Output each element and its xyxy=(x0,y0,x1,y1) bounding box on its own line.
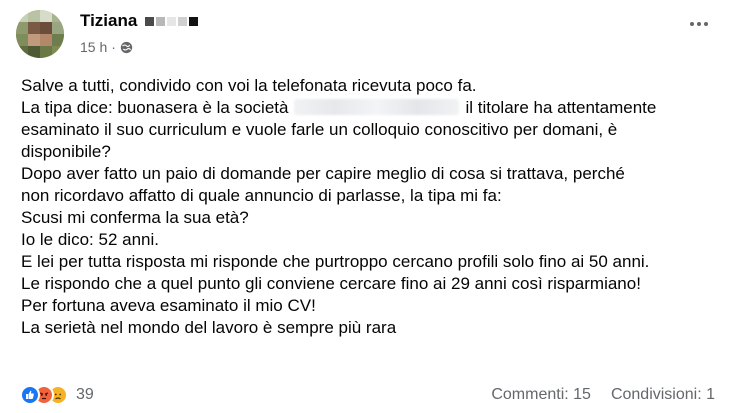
post-line: La serietà nel mondo del lavoro è sempre… xyxy=(21,318,397,337)
post-line: non ricordavo affatto di quale annuncio … xyxy=(21,186,502,205)
post-line: La tipa dice: buonasera è la società il t… xyxy=(21,97,711,119)
dot-icon xyxy=(690,22,694,26)
author-line: Tiziana xyxy=(80,11,199,31)
dot-icon xyxy=(704,22,708,26)
post-line: Per fortuna aveva esaminato il mio CV! xyxy=(21,296,316,315)
engagement-counts: Commenti: 15 Condivisioni: 1 xyxy=(491,386,715,404)
post-line: Io le dico: 52 anni. xyxy=(21,230,159,249)
post-meta: 15 h · xyxy=(80,39,133,55)
shares-count[interactable]: Condivisioni: 1 xyxy=(611,386,715,404)
reactions-summary[interactable]: 39 xyxy=(20,385,94,405)
post-text: Salve a tutti, condivido con voi la tele… xyxy=(21,75,711,339)
post-line: Dopo aver fatto un paio di domande per c… xyxy=(21,164,625,183)
post-line-segment: La tipa dice: buonasera è la società xyxy=(21,98,289,117)
like-icon xyxy=(20,385,40,405)
post-line: Salve a tutti, condivido con voi la tele… xyxy=(21,76,477,95)
reaction-count: 39 xyxy=(76,386,94,403)
author-name[interactable]: Tiziana xyxy=(80,11,137,31)
redacted-surname xyxy=(145,16,199,26)
post-line-segment: il titolare ha attentamente xyxy=(465,98,657,117)
author-avatar[interactable] xyxy=(16,10,64,58)
comments-count[interactable]: Commenti: 15 xyxy=(491,386,591,404)
post-line: E lei per tutta risposta mi risponde che… xyxy=(21,252,650,271)
globe-icon xyxy=(120,41,133,53)
post-line: Scusi mi conferma la sua età? xyxy=(21,208,249,227)
redacted-company-name xyxy=(294,99,460,115)
post-line: esaminato il suo curriculum e vuole farl… xyxy=(21,120,618,139)
post-timestamp[interactable]: 15 h xyxy=(80,39,107,55)
more-options-button[interactable] xyxy=(690,22,708,26)
post-line: Le rispondo che a quel punto gli convien… xyxy=(21,274,641,293)
meta-separator: · xyxy=(111,39,116,55)
post-line: disponibile? xyxy=(21,142,111,161)
dot-icon xyxy=(697,22,701,26)
facebook-post-card: Tiziana 15 h · Salve a tutti, condivido … xyxy=(0,0,730,413)
